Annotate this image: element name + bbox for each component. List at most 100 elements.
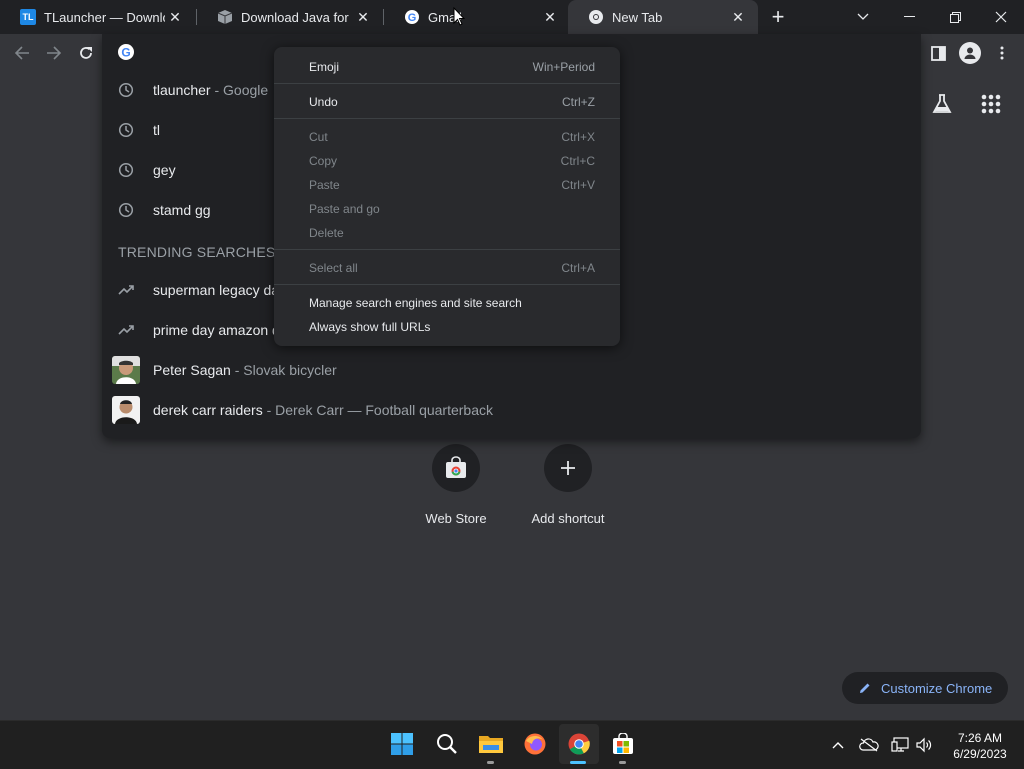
suggestion-text: Peter Sagan xyxy=(153,362,231,378)
mouse-cursor-icon xyxy=(453,6,466,27)
close-icon[interactable]: ✕ xyxy=(353,9,373,26)
back-button[interactable] xyxy=(12,43,32,63)
java-box-icon xyxy=(217,9,233,25)
forward-button[interactable] xyxy=(44,43,64,63)
apps-button[interactable] xyxy=(980,93,1002,115)
clock-icon xyxy=(116,160,136,180)
forward-arrow-icon xyxy=(47,46,62,60)
minimize-button[interactable] xyxy=(886,0,932,34)
tlauncher-logo: TL xyxy=(20,9,36,25)
onedrive-button[interactable] xyxy=(858,736,880,754)
menu-item-emoji[interactable]: Emoji Win+Period xyxy=(274,55,620,79)
trending-icon xyxy=(116,320,136,340)
network-button[interactable] xyxy=(890,736,910,754)
chevron-down-icon xyxy=(857,13,869,20)
taskbar-clock[interactable]: 7:26 AM 6/29/2023 xyxy=(944,730,1016,762)
reload-button[interactable] xyxy=(76,43,96,63)
close-window-button[interactable] xyxy=(978,0,1024,34)
google-g-icon: G xyxy=(404,9,420,25)
close-icon xyxy=(995,11,1007,23)
taskbar-search-button[interactable] xyxy=(427,724,467,764)
microsoft-store-icon xyxy=(613,733,633,754)
svg-text:G: G xyxy=(408,12,417,24)
suggestion-subtext: - Google xyxy=(210,82,269,98)
menu-item-paste-and-go[interactable]: Paste and go xyxy=(274,197,620,221)
menu-item-label: Paste and go xyxy=(309,202,380,216)
menu-separator xyxy=(274,83,620,84)
menu-item-shortcut: Ctrl+A xyxy=(561,261,595,275)
menu-item-cut[interactable]: Cut Ctrl+X xyxy=(274,125,620,149)
trending-row[interactable]: Peter Sagan - Slovak bicycler xyxy=(102,350,921,390)
tab-java[interactable]: Download Java for Mir ✕ xyxy=(197,0,383,34)
shortcut-label: Add shortcut xyxy=(531,511,605,526)
menu-separator xyxy=(274,249,620,250)
menu-item-label: Paste xyxy=(309,178,340,192)
profile-button[interactable] xyxy=(959,42,981,64)
firefox-button[interactable] xyxy=(515,724,555,764)
menu-item-shortcut: Ctrl+V xyxy=(561,178,595,192)
tab-tlauncher[interactable]: TL TLauncher — Downloa ✕ xyxy=(0,0,195,34)
shortcut-add[interactable]: Add shortcut xyxy=(523,444,613,526)
reload-icon xyxy=(80,47,92,59)
microsoft-store-button[interactable] xyxy=(603,724,643,764)
menu-item-label: Manage search engines and site search xyxy=(309,296,522,310)
suggestion-text: prime day amazon d xyxy=(153,322,280,338)
flask-icon xyxy=(932,94,952,113)
menu-item-delete[interactable]: Delete xyxy=(274,221,620,245)
clock-time: 7:26 AM xyxy=(957,731,1003,745)
suggestion-text: gey xyxy=(153,162,176,178)
menu-item-label: Copy xyxy=(309,154,338,168)
menu-item-manage-search-engines[interactable]: Manage search engines and site search xyxy=(274,291,620,315)
side-panel-button[interactable] xyxy=(928,43,948,63)
svg-text:G: G xyxy=(121,45,130,59)
search-icon xyxy=(437,734,457,754)
volume-icon xyxy=(916,737,932,753)
derek-carr-thumbnail xyxy=(112,396,140,424)
labs-button[interactable] xyxy=(930,92,954,116)
chrome-menu-button[interactable] xyxy=(994,43,1010,63)
menu-item-always-show-full-urls[interactable]: Always show full URLs xyxy=(274,315,620,339)
chrome-icon xyxy=(568,733,590,755)
customize-chrome-button[interactable]: Customize Chrome xyxy=(842,672,1008,704)
tab-new-tab[interactable]: New Tab ✕ xyxy=(568,0,758,34)
close-icon[interactable]: ✕ xyxy=(728,9,748,26)
onedrive-offline-icon xyxy=(859,738,879,752)
show-hidden-icons-button[interactable] xyxy=(828,736,848,754)
pencil-icon xyxy=(860,683,870,693)
menu-item-select-all[interactable]: Select all Ctrl+A xyxy=(274,256,620,280)
suggestion-subtext: - Slovak bicycler xyxy=(230,362,337,378)
trending-row[interactable]: derek carr raiders - Derek Carr — Footba… xyxy=(102,390,921,430)
menu-item-label: Undo xyxy=(309,95,338,109)
suggestion-text: derek carr raiders xyxy=(153,402,263,418)
google-g-icon: G xyxy=(117,43,135,61)
restore-button[interactable] xyxy=(932,0,978,34)
tab-gmail[interactable]: G Gmail ✕ xyxy=(384,0,570,34)
chrome-taskbar-button[interactable] xyxy=(559,724,599,764)
shortcut-web-store[interactable]: Web Store xyxy=(411,444,501,526)
side-panel-icon xyxy=(930,45,946,61)
windows-start-icon xyxy=(391,733,413,755)
customize-label: Customize Chrome xyxy=(881,680,993,696)
suggestion-text: superman legacy da xyxy=(153,282,280,298)
omnibox-input[interactable] xyxy=(140,40,270,64)
file-explorer-button[interactable] xyxy=(471,724,511,764)
running-indicator xyxy=(487,761,494,764)
web-store-icon xyxy=(432,444,480,492)
running-indicator xyxy=(619,761,626,764)
menu-item-label: Cut xyxy=(309,130,328,144)
back-arrow-icon xyxy=(14,46,29,60)
new-tab-button[interactable]: + xyxy=(766,4,790,30)
active-indicator xyxy=(570,761,586,764)
volume-button[interactable] xyxy=(914,736,934,754)
windows-start-button[interactable] xyxy=(382,724,422,764)
menu-item-copy[interactable]: Copy Ctrl+C xyxy=(274,149,620,173)
chevron-up-icon xyxy=(832,742,844,749)
clock-icon xyxy=(116,80,136,100)
tab-title: Gmail xyxy=(428,9,462,25)
restore-icon xyxy=(949,11,961,23)
close-icon[interactable]: ✕ xyxy=(165,9,185,26)
menu-item-undo[interactable]: Undo Ctrl+Z xyxy=(274,90,620,114)
tab-search-button[interactable] xyxy=(840,0,886,34)
close-icon[interactable]: ✕ xyxy=(540,9,560,26)
menu-item-paste[interactable]: Paste Ctrl+V xyxy=(274,173,620,197)
